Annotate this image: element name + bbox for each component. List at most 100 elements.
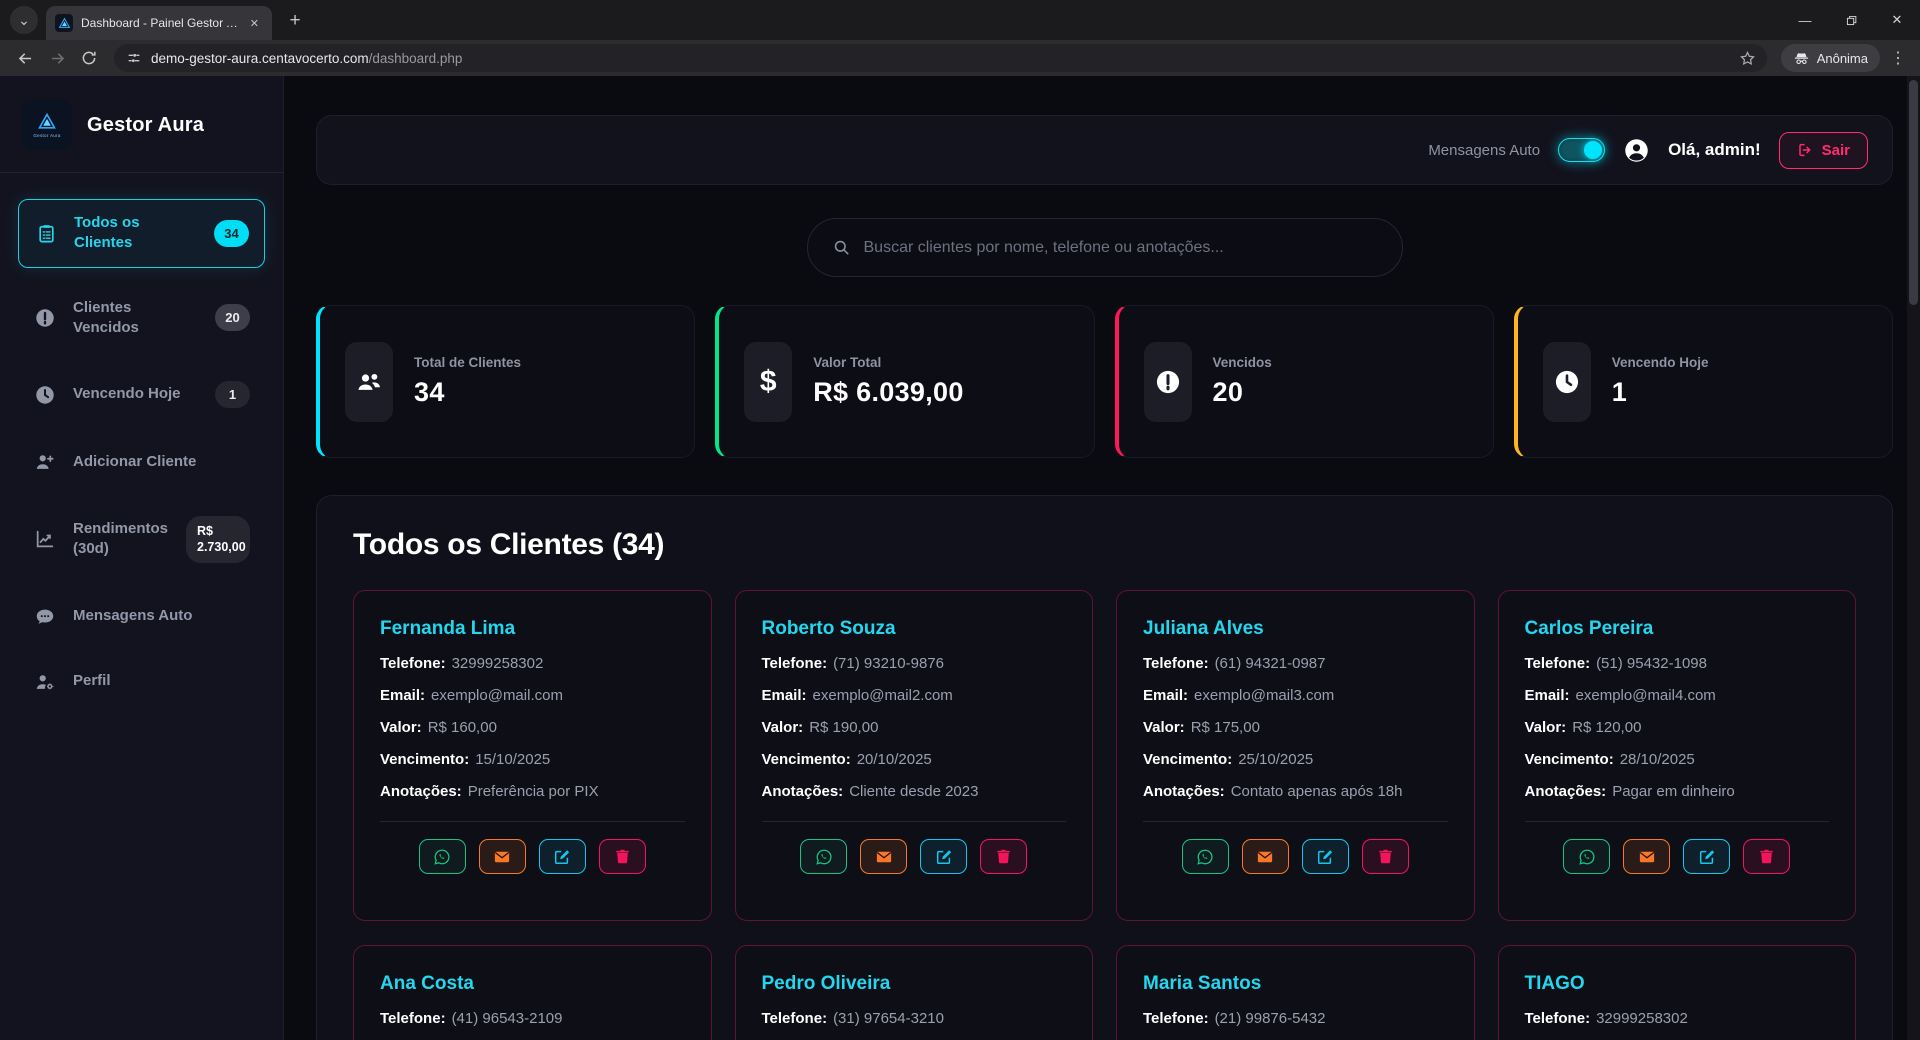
card-actions: [762, 839, 1067, 874]
restore-button[interactable]: [1828, 0, 1874, 40]
logout-icon: [1797, 142, 1813, 158]
sidebar-item-todos-os-clientes[interactable]: Todos os Clientes 34: [18, 199, 265, 268]
page-scrollbar[interactable]: [1907, 76, 1920, 1040]
client-card: Juliana Alves Telefone:(61) 94321-0987 E…: [1116, 590, 1475, 921]
stat-label: Total de Clientes: [414, 355, 521, 370]
greeting-text: Olá, admin!: [1668, 140, 1761, 160]
stats-row: Total de Clientes 34 $ Valor Total R$ 6.…: [316, 305, 1893, 458]
brand-logo-caption: Gestor Aura: [33, 133, 60, 138]
email-icon: [1638, 848, 1656, 866]
sidebar-divider: [0, 172, 283, 173]
field-value: (31) 97654-3210: [833, 1010, 944, 1027]
field-value: 32999258302: [1596, 1010, 1688, 1027]
edit-icon: [1316, 848, 1334, 866]
field-value: exemplo@mail.com: [431, 687, 563, 704]
search-box[interactable]: [807, 218, 1403, 277]
delete-button[interactable]: [1362, 839, 1409, 874]
field-value: (51) 95432-1098: [1596, 655, 1707, 672]
edit-button[interactable]: [1302, 839, 1349, 874]
clock-icon: [1543, 342, 1591, 422]
client-value: Valor:R$ 120,00: [1525, 719, 1830, 736]
edit-button[interactable]: [539, 839, 586, 874]
browser-tab[interactable]: Dashboard - Painel Gestor Aura ✕: [46, 6, 272, 40]
client-email: Email:exemplo@mail4.com: [1525, 687, 1830, 704]
user-circle-icon: [1623, 137, 1650, 164]
sidebar-item-rendimentos[interactable]: Rendimentos (30d) R$ 2.730,00: [18, 503, 265, 576]
edit-button[interactable]: [920, 839, 967, 874]
field-value: R$ 160,00: [428, 719, 497, 736]
field-value: Contato apenas após 18h: [1231, 783, 1403, 800]
delete-button[interactable]: [1743, 839, 1790, 874]
address-bar[interactable]: demo-gestor-aura.centavocerto.com/dashbo…: [114, 44, 1767, 72]
sidebar-item-vencendo-hoje[interactable]: Vencendo Hoje 1: [18, 368, 265, 421]
whatsapp-button[interactable]: [800, 839, 847, 874]
client-card: Carlos Pereira Telefone:(51) 95432-1098 …: [1498, 590, 1857, 921]
edit-button[interactable]: [1683, 839, 1730, 874]
tab-close-icon[interactable]: ✕: [246, 15, 263, 32]
sidebar-item-label: Rendimentos (30d): [73, 519, 170, 560]
client-name: Pedro Oliveira: [762, 973, 1067, 995]
field-label: Telefone:: [1143, 655, 1209, 672]
field-value: 25/10/2025: [1238, 751, 1313, 768]
search-area: [316, 218, 1893, 277]
incognito-icon: [1793, 50, 1810, 67]
stat-card-total-clientes: Total de Clientes 34: [316, 305, 695, 458]
messages-auto-toggle[interactable]: [1558, 138, 1605, 162]
sidebar-item-adicionar-cliente[interactable]: Adicionar Cliente: [18, 438, 265, 486]
topbar: Mensagens Auto Olá, admin! Sair: [316, 115, 1893, 185]
client-value: Valor:R$ 190,00: [762, 719, 1067, 736]
chart-line-icon: [33, 528, 57, 550]
delete-button[interactable]: [599, 839, 646, 874]
search-icon: [832, 238, 851, 257]
sidebar-item-label: Vencendo Hoje: [73, 384, 199, 404]
sidebar-item-mensagens-auto[interactable]: Mensagens Auto: [18, 593, 265, 641]
back-icon[interactable]: [10, 43, 40, 73]
tab-search-button[interactable]: ⌄: [10, 6, 38, 34]
browser-menu-icon[interactable]: ⋮: [1886, 44, 1910, 72]
field-label: Anotações:: [1525, 783, 1607, 800]
brand-logo-icon: Gestor Aura: [22, 100, 72, 150]
logout-button[interactable]: Sair: [1779, 132, 1868, 169]
whatsapp-button[interactable]: [1182, 839, 1229, 874]
incognito-badge[interactable]: Anônima: [1781, 44, 1880, 72]
brand-name: Gestor Aura: [87, 114, 204, 137]
minimize-button[interactable]: —: [1782, 0, 1828, 40]
sidebar-item-clientes-vencidos[interactable]: Clientes Vencidos 20: [18, 285, 265, 352]
incognito-label: Anônima: [1817, 51, 1868, 66]
bookmark-star-icon[interactable]: [1735, 45, 1761, 71]
email-button[interactable]: [1623, 839, 1670, 874]
sidebar-item-badge: 34: [214, 220, 249, 247]
logout-label: Sair: [1822, 142, 1850, 159]
edit-icon: [553, 848, 571, 866]
search-input[interactable]: [864, 239, 1378, 257]
client-card: Roberto Souza Telefone:(71) 93210-9876 E…: [735, 590, 1094, 921]
client-notes: Anotações:Pagar em dinheiro: [1525, 783, 1830, 800]
delete-button[interactable]: [980, 839, 1027, 874]
client-phone: Telefone:32999258302: [1525, 1010, 1830, 1027]
sidebar-item-badge: 1: [215, 381, 250, 408]
card-divider: [1143, 821, 1448, 822]
trash-icon: [1758, 848, 1775, 865]
email-button[interactable]: [860, 839, 907, 874]
whatsapp-button[interactable]: [419, 839, 466, 874]
whatsapp-icon: [815, 848, 833, 866]
stat-value: 1: [1612, 377, 1709, 408]
client-due: Vencimento:28/10/2025: [1525, 751, 1830, 768]
email-button[interactable]: [479, 839, 526, 874]
email-button[interactable]: [1242, 839, 1289, 874]
main-content: Mensagens Auto Olá, admin! Sair: [284, 76, 1920, 1040]
close-window-button[interactable]: ✕: [1874, 0, 1920, 40]
whatsapp-button[interactable]: [1563, 839, 1610, 874]
scrollbar-thumb[interactable]: [1909, 80, 1918, 305]
new-tab-button[interactable]: +: [282, 8, 308, 34]
card-divider: [1525, 821, 1830, 822]
browser-toolbar: demo-gestor-aura.centavocerto.com/dashbo…: [0, 40, 1920, 76]
client-name: Juliana Alves: [1143, 618, 1448, 640]
field-value: 20/10/2025: [857, 751, 932, 768]
forward-icon[interactable]: [42, 43, 72, 73]
reload-icon[interactable]: [74, 43, 104, 73]
sidebar-item-perfil[interactable]: Perfil: [18, 658, 265, 706]
field-label: Anotações:: [380, 783, 462, 800]
site-settings-icon[interactable]: [126, 50, 142, 66]
client-name: Maria Santos: [1143, 973, 1448, 995]
